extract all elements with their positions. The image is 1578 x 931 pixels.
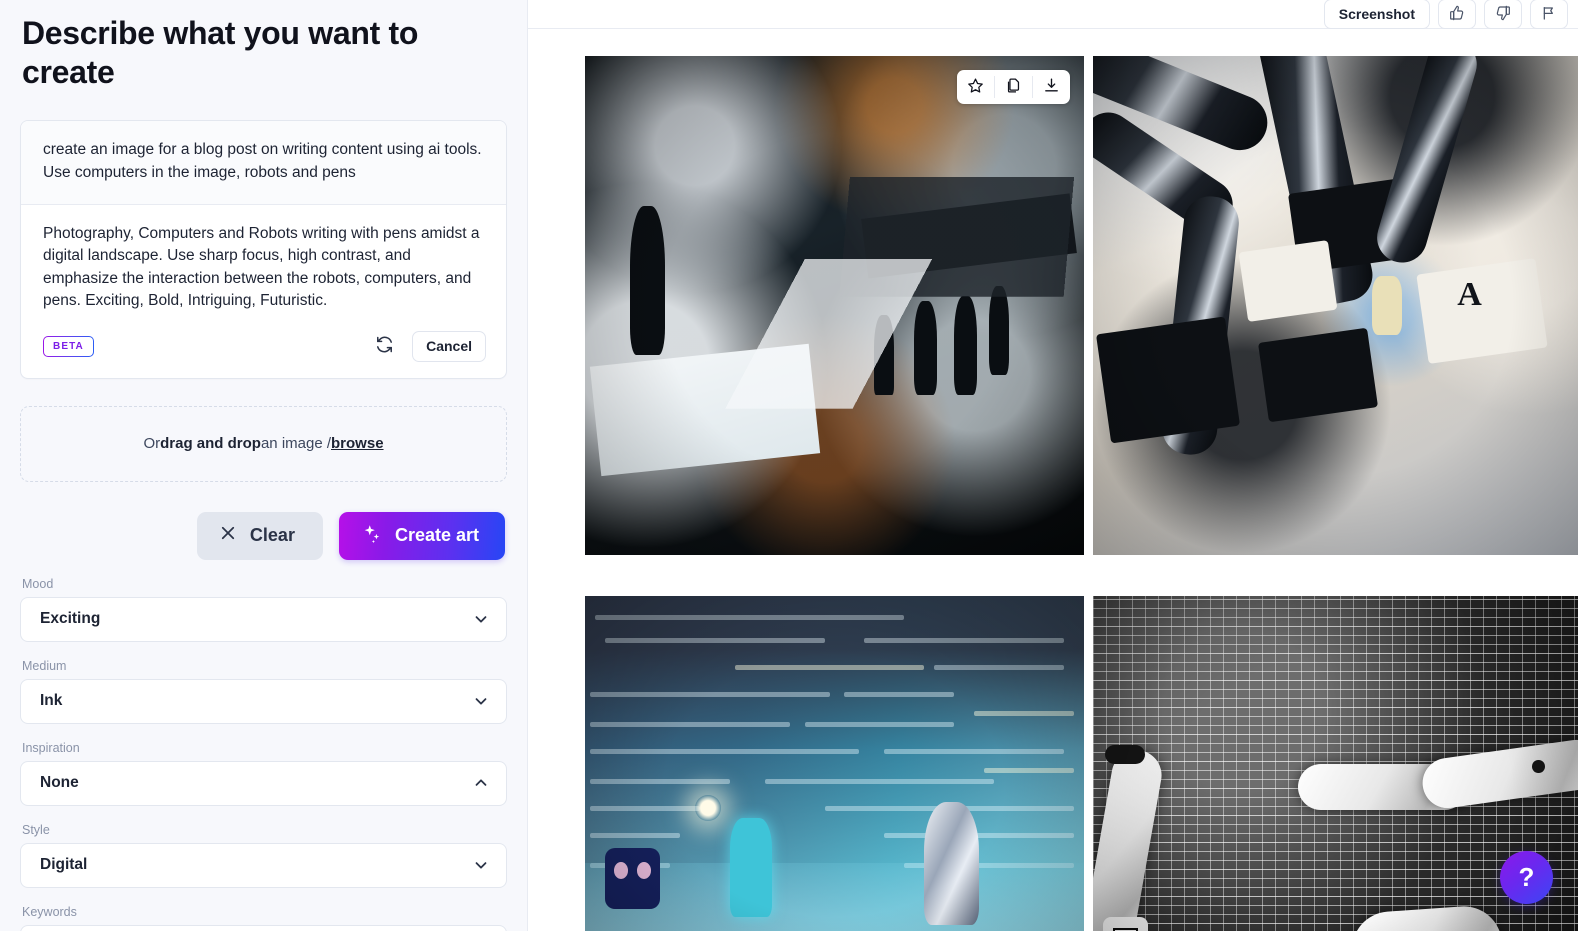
digital-road [585, 863, 1084, 931]
star-icon [967, 77, 984, 97]
create-art-button[interactable]: Create art [338, 511, 505, 560]
field-medium: Medium Ink [20, 659, 507, 724]
action-row: Clear Create art [20, 511, 507, 560]
generated-image-1 [585, 56, 1084, 555]
app-root: Describe what you want to create create … [0, 0, 1578, 931]
select-medium[interactable]: Ink [20, 678, 507, 724]
dropzone-strong: drag and drop [160, 435, 261, 453]
favorite-button[interactable] [957, 70, 994, 104]
generated-image-3 [585, 596, 1084, 931]
browse-link[interactable]: browse [331, 435, 384, 452]
flag-button[interactable] [1530, 0, 1568, 29]
select-style[interactable]: Digital [20, 842, 507, 888]
composer-footer: BETA Cancel [21, 323, 506, 378]
image-actions-toolbar [957, 70, 1070, 104]
field-keywords: Keywords None [20, 905, 507, 931]
result-tile[interactable]: A [1093, 56, 1578, 555]
close-x-icon [219, 524, 237, 547]
select-inspiration-value: None [40, 774, 79, 792]
field-label-style: Style [22, 822, 50, 837]
help-button[interactable]: ? [1500, 851, 1553, 904]
select-mood[interactable]: Exciting [20, 596, 507, 642]
page-title: Describe what you want to create [22, 15, 419, 91]
cancel-button[interactable]: Cancel [412, 330, 486, 362]
download-icon [1043, 77, 1060, 97]
prompt-composer: create an image for a blog post on writi… [20, 120, 507, 379]
select-medium-value: Ink [40, 692, 63, 710]
dropzone-prefix: Or [143, 435, 161, 453]
thumbs-down-button[interactable] [1484, 0, 1522, 29]
field-label-medium: Medium [22, 658, 67, 673]
result-tile[interactable] [585, 596, 1084, 931]
chevron-up-icon [472, 774, 490, 792]
expanded-prompt-text[interactable]: Photography, Computers and Robots writin… [21, 205, 506, 323]
sparkles-icon [361, 523, 382, 549]
thumbs-down-icon [1495, 5, 1511, 24]
image-dropzone[interactable]: Or drag and drop an image / browse [20, 405, 507, 482]
composer-footer-actions: Cancel [370, 330, 486, 362]
chevron-down-icon [472, 610, 490, 628]
feedback-toolbar: Screenshot [528, 0, 1578, 29]
refresh-icon [375, 335, 394, 357]
field-inspiration: Inspiration None [20, 741, 507, 806]
field-label-inspiration: Inspiration [22, 740, 80, 755]
select-mood-value: Exciting [40, 610, 101, 628]
create-art-button-label: Create art [394, 525, 479, 546]
field-mood: Mood Exciting [20, 577, 507, 642]
clear-button-label: Clear [249, 525, 295, 546]
clear-button[interactable]: Clear [196, 511, 323, 560]
prompt-sidebar: Describe what you want to create create … [0, 0, 528, 931]
copy-icon [1005, 77, 1022, 97]
thumbs-up-icon [1449, 5, 1465, 24]
dropzone-middle: an image / [260, 435, 332, 453]
thumbs-up-button[interactable] [1438, 0, 1476, 29]
select-keywords[interactable]: None [20, 924, 507, 931]
select-inspiration[interactable]: None [20, 760, 507, 806]
field-label-mood: Mood [22, 576, 54, 591]
result-tile[interactable] [585, 56, 1084, 555]
regenerate-prompt-button[interactable] [370, 332, 398, 360]
results-grid: A [545, 40, 1578, 931]
generated-image-2: A [1093, 56, 1578, 555]
flag-icon [1541, 5, 1557, 24]
screenshot-button[interactable]: Screenshot [1323, 0, 1430, 29]
select-style-value: Digital [40, 856, 88, 874]
beta-badge: BETA [43, 336, 94, 357]
user-prompt-input[interactable]: create an image for a blog post on writi… [21, 121, 506, 205]
results-panel: Screenshot A ? [528, 0, 1578, 931]
field-style: Style Digital [20, 823, 507, 888]
chevron-down-icon [472, 692, 490, 710]
chevron-down-icon [472, 856, 490, 874]
field-label-keywords: Keywords [22, 904, 77, 919]
copy-button[interactable] [995, 70, 1032, 104]
download-button[interactable] [1033, 70, 1070, 104]
